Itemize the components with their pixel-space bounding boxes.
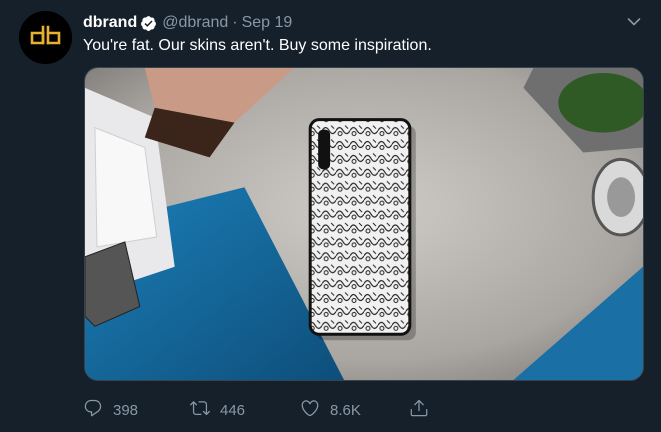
tweet-card[interactable]: dbrand @dbrand · Sep 19 You're fat. Our … bbox=[0, 0, 661, 432]
reply-count: 398 bbox=[113, 401, 139, 419]
retweet-count: 446 bbox=[220, 401, 246, 419]
retweet-button[interactable]: 446 bbox=[190, 398, 245, 422]
chevron-down-icon[interactable] bbox=[626, 14, 642, 30]
author-name[interactable]: dbrand bbox=[83, 14, 137, 32]
tweet-timestamp[interactable]: Sep 19 bbox=[242, 14, 293, 32]
tweet-media-image[interactable] bbox=[84, 67, 644, 381]
verified-badge-icon bbox=[140, 15, 157, 32]
like-count: 8.6K bbox=[330, 401, 361, 419]
share-button[interactable] bbox=[409, 398, 429, 422]
reply-icon bbox=[83, 398, 103, 423]
reply-button[interactable]: 398 bbox=[83, 398, 138, 422]
author-handle[interactable]: @dbrand bbox=[162, 14, 228, 32]
share-icon bbox=[409, 398, 429, 423]
avatar[interactable] bbox=[19, 11, 72, 64]
tweet-actions: 398 446 8.6K bbox=[83, 398, 443, 422]
header-separator: · bbox=[232, 14, 238, 31]
dbrand-logo-icon bbox=[19, 11, 72, 64]
tweet-header: dbrand @dbrand · Sep 19 bbox=[83, 12, 292, 34]
like-button[interactable]: 8.6K bbox=[300, 398, 361, 422]
heart-icon bbox=[300, 398, 320, 423]
retweet-icon bbox=[190, 398, 210, 423]
tweet-text: You're fat. Our skins aren't. Buy some i… bbox=[83, 37, 432, 54]
